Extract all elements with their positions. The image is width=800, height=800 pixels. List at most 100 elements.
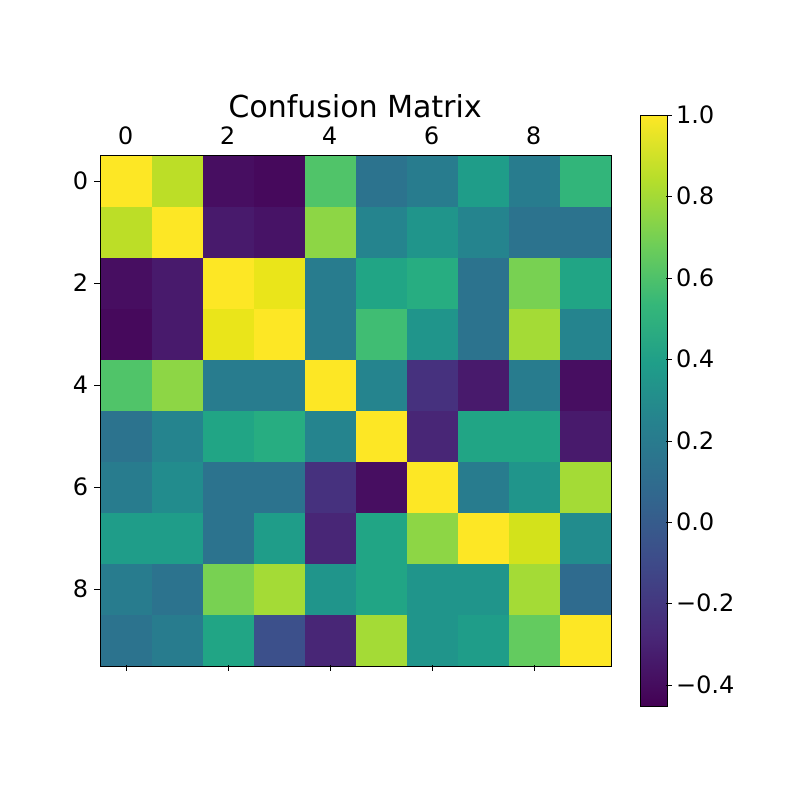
heatmap-cell (509, 513, 560, 564)
heatmap-cell (203, 564, 254, 615)
y-tick-mark (94, 487, 100, 488)
x-tick-mark (534, 665, 535, 671)
y-tick-label: 4 (58, 371, 88, 399)
heatmap-cell (101, 564, 152, 615)
heatmap-cell (305, 156, 356, 207)
heatmap-cell (356, 462, 407, 513)
heatmap-cell (305, 462, 356, 513)
heatmap-cell (305, 564, 356, 615)
colorbar-tick-label: 0.8 (676, 182, 714, 210)
heatmap-cell (458, 258, 509, 309)
heatmap-cell (203, 309, 254, 360)
colorbar-tick-mark (666, 115, 672, 116)
heatmap-cell (101, 156, 152, 207)
x-tick-mark (228, 665, 229, 671)
x-tick-mark (126, 665, 127, 671)
heatmap-cell (356, 156, 407, 207)
heatmap-cell (407, 411, 458, 462)
heatmap-cell (458, 309, 509, 360)
x-tick-label: 0 (100, 122, 151, 150)
heatmap-cell (254, 360, 305, 411)
x-tick-label: 2 (202, 122, 253, 150)
heatmap-cell (254, 615, 305, 666)
heatmap-cell (560, 360, 611, 411)
heatmap-cell (305, 207, 356, 258)
heatmap-cell (254, 462, 305, 513)
heatmap-cell (407, 207, 458, 258)
heatmap-cell (407, 258, 458, 309)
colorbar-tick-mark (666, 278, 672, 279)
heatmap-cell (203, 360, 254, 411)
heatmap-cell (254, 513, 305, 564)
heatmap-cell (560, 258, 611, 309)
heatmap-cell (407, 615, 458, 666)
heatmap-cell (101, 615, 152, 666)
heatmap-cell (356, 564, 407, 615)
heatmap-cell (203, 156, 254, 207)
heatmap-cell (458, 615, 509, 666)
colorbar-tick-label: 0.4 (676, 345, 714, 373)
x-tick-label: 6 (406, 122, 457, 150)
heatmap-cell (356, 207, 407, 258)
heatmap-cell (509, 615, 560, 666)
colorbar (640, 115, 668, 707)
colorbar-tick-label: 1.0 (676, 101, 714, 129)
heatmap-cell (152, 258, 203, 309)
colorbar-tick-label: 0.6 (676, 264, 714, 292)
heatmap-cell (509, 309, 560, 360)
heatmap-cell (407, 309, 458, 360)
heatmap-cell (305, 309, 356, 360)
y-tick-mark (94, 283, 100, 284)
heatmap-cell (509, 462, 560, 513)
y-tick-mark (94, 181, 100, 182)
heatmap-cell (560, 462, 611, 513)
heatmap-cell (152, 615, 203, 666)
heatmap-grid (101, 156, 611, 666)
colorbar-tick-label: −0.4 (676, 671, 734, 699)
heatmap-cell (560, 207, 611, 258)
heatmap-cell (203, 258, 254, 309)
heatmap-cell (509, 360, 560, 411)
heatmap-cell (356, 258, 407, 309)
heatmap-cell (203, 462, 254, 513)
heatmap-cell (458, 207, 509, 258)
y-tick-mark (94, 589, 100, 590)
y-tick-mark (94, 385, 100, 386)
y-tick-label: 2 (58, 269, 88, 297)
heatmap-cell (152, 411, 203, 462)
colorbar-tick-mark (666, 685, 672, 686)
heatmap-cell (305, 513, 356, 564)
heatmap-cell (152, 309, 203, 360)
x-tick-label: 8 (508, 122, 559, 150)
heatmap-cell (101, 207, 152, 258)
heatmap-cell (203, 207, 254, 258)
heatmap-cell (152, 513, 203, 564)
heatmap-cell (407, 513, 458, 564)
heatmap-cell (407, 360, 458, 411)
heatmap-cell (560, 564, 611, 615)
heatmap-cell (560, 513, 611, 564)
colorbar-tick-mark (666, 359, 672, 360)
heatmap-cell (407, 462, 458, 513)
heatmap-cell (560, 615, 611, 666)
heatmap-cell (560, 156, 611, 207)
heatmap-cell (101, 513, 152, 564)
heatmap-cell (203, 411, 254, 462)
colorbar-tick-label: 0.2 (676, 427, 714, 455)
colorbar-tick-mark (666, 522, 672, 523)
heatmap-cell (203, 513, 254, 564)
heatmap-cell (101, 258, 152, 309)
colorbar-tick-label: −0.2 (676, 589, 734, 617)
heatmap-cell (101, 462, 152, 513)
heatmap-plot (100, 155, 612, 667)
colorbar-tick-mark (666, 196, 672, 197)
heatmap-cell (152, 156, 203, 207)
heatmap-cell (254, 309, 305, 360)
heatmap-cell (254, 258, 305, 309)
heatmap-cell (254, 411, 305, 462)
heatmap-cell (101, 360, 152, 411)
x-tick-mark (330, 665, 331, 671)
colorbar-gradient (641, 116, 667, 706)
heatmap-cell (203, 615, 254, 666)
heatmap-cell (152, 462, 203, 513)
